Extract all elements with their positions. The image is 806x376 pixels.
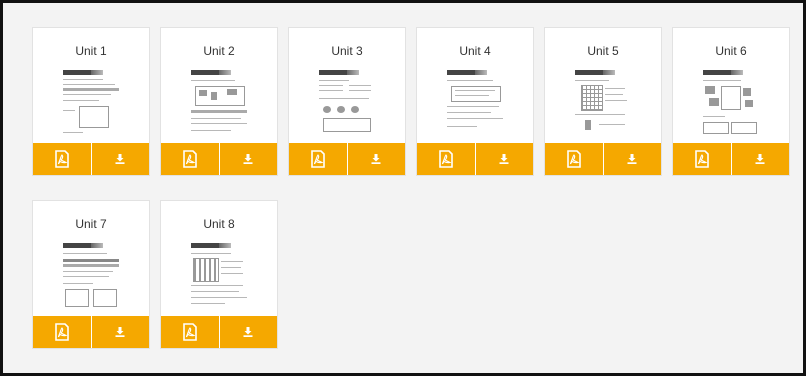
unit-grid: Unit 1 Unit 2 Unit 3 Unit 4 Unit 5 Unit … bbox=[32, 27, 790, 349]
unit-actions bbox=[161, 316, 277, 348]
unit-title: Unit 7 bbox=[75, 217, 107, 231]
download-icon bbox=[115, 327, 125, 337]
unit-card-3[interactable]: Unit 3 bbox=[288, 27, 406, 176]
unit-title: Unit 1 bbox=[75, 44, 107, 58]
unit-card-6[interactable]: Unit 6 bbox=[672, 27, 790, 176]
pdf-icon bbox=[438, 150, 453, 168]
open-pdf-button[interactable] bbox=[161, 143, 220, 175]
open-pdf-button[interactable] bbox=[417, 143, 476, 175]
unit-title: Unit 4 bbox=[459, 44, 491, 58]
pdf-icon bbox=[182, 323, 197, 341]
open-pdf-button[interactable] bbox=[289, 143, 348, 175]
open-pdf-button[interactable] bbox=[545, 143, 604, 175]
download-icon bbox=[499, 154, 509, 164]
unit-card-1[interactable]: Unit 1 bbox=[32, 27, 150, 176]
worksheet-gallery: Unit 1 Unit 2 Unit 3 Unit 4 Unit 5 Unit … bbox=[0, 0, 806, 376]
unit-title: Unit 2 bbox=[203, 44, 235, 58]
download-button[interactable] bbox=[476, 143, 534, 175]
unit-actions bbox=[545, 143, 661, 175]
download-button[interactable] bbox=[220, 143, 278, 175]
worksheet-thumbnail[interactable] bbox=[447, 70, 505, 140]
pdf-icon bbox=[54, 150, 69, 168]
worksheet-thumbnail[interactable] bbox=[191, 70, 249, 140]
unit-card-5[interactable]: Unit 5 bbox=[544, 27, 662, 176]
open-pdf-button[interactable] bbox=[673, 143, 732, 175]
download-icon bbox=[627, 154, 637, 164]
download-button[interactable] bbox=[732, 143, 790, 175]
unit-actions bbox=[417, 143, 533, 175]
download-icon bbox=[243, 154, 253, 164]
unit-title: Unit 8 bbox=[203, 217, 235, 231]
open-pdf-button[interactable] bbox=[33, 316, 92, 348]
worksheet-thumbnail[interactable] bbox=[191, 243, 249, 313]
unit-actions bbox=[33, 143, 149, 175]
unit-card-4[interactable]: Unit 4 bbox=[416, 27, 534, 176]
unit-card-2[interactable]: Unit 2 bbox=[160, 27, 278, 176]
open-pdf-button[interactable] bbox=[33, 143, 92, 175]
worksheet-thumbnail[interactable] bbox=[703, 70, 761, 140]
unit-card-8[interactable]: Unit 8 bbox=[160, 200, 278, 349]
download-button[interactable] bbox=[92, 143, 150, 175]
pdf-icon bbox=[54, 323, 69, 341]
unit-actions bbox=[289, 143, 405, 175]
worksheet-thumbnail[interactable] bbox=[319, 70, 377, 140]
pdf-icon bbox=[182, 150, 197, 168]
download-icon bbox=[755, 154, 765, 164]
pdf-icon bbox=[310, 150, 325, 168]
unit-actions bbox=[33, 316, 149, 348]
download-button[interactable] bbox=[220, 316, 278, 348]
worksheet-thumbnail[interactable] bbox=[63, 243, 121, 313]
open-pdf-button[interactable] bbox=[161, 316, 220, 348]
pdf-icon bbox=[566, 150, 581, 168]
unit-title: Unit 6 bbox=[715, 44, 747, 58]
unit-card-7[interactable]: Unit 7 bbox=[32, 200, 150, 349]
unit-actions bbox=[161, 143, 277, 175]
worksheet-thumbnail[interactable] bbox=[575, 70, 633, 140]
download-button[interactable] bbox=[348, 143, 406, 175]
download-icon bbox=[371, 154, 381, 164]
download-icon bbox=[115, 154, 125, 164]
unit-title: Unit 5 bbox=[587, 44, 619, 58]
download-icon bbox=[243, 327, 253, 337]
download-button[interactable] bbox=[92, 316, 150, 348]
pdf-icon bbox=[694, 150, 709, 168]
unit-title: Unit 3 bbox=[331, 44, 363, 58]
download-button[interactable] bbox=[604, 143, 662, 175]
unit-actions bbox=[673, 143, 789, 175]
worksheet-thumbnail[interactable] bbox=[63, 70, 121, 140]
